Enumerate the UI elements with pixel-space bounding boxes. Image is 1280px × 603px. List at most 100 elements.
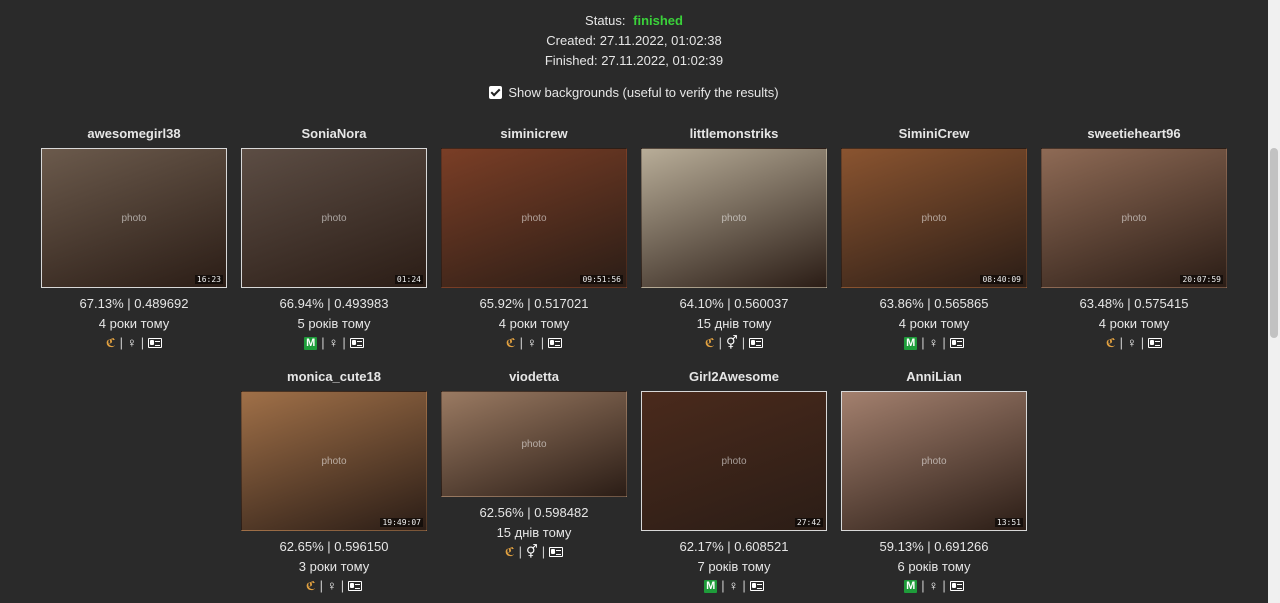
show-backgrounds-checkbox[interactable] — [489, 86, 503, 99]
id-card-icon[interactable] — [749, 581, 764, 591]
couple-icon[interactable]: ⚥ — [526, 543, 538, 561]
camera-icon[interactable]: ℭ — [306, 577, 316, 595]
result-score: 63.86% | 0.565865 — [879, 296, 989, 311]
result-username[interactable]: littlemonstriks — [640, 126, 828, 142]
couple-icon[interactable]: ⚥ — [726, 334, 738, 352]
scrollbar-thumb[interactable] — [1270, 148, 1278, 338]
icon-separator: | — [1140, 335, 1145, 350]
scrollbar[interactable] — [1268, 0, 1280, 603]
photo-timestamp: 27:42 — [794, 518, 823, 527]
result-photo[interactable]: photo — [641, 148, 827, 288]
photo-placeholder: photo — [921, 455, 947, 467]
result-card: littlemonstriks photo 64.10% | 0.560037 15 … — [640, 126, 828, 352]
id-card-icon[interactable] — [749, 338, 764, 348]
photo-timestamp: 13:51 — [994, 518, 1023, 527]
result-score: 66.94% | 0.493983 — [279, 296, 389, 311]
female-icon[interactable]: ♀ — [729, 577, 739, 595]
show-backgrounds-label[interactable]: Show backgrounds (useful to verify the r… — [508, 85, 778, 100]
camera-icon[interactable]: ℭ — [1106, 334, 1116, 352]
photo-placeholder: photo — [321, 455, 347, 467]
id-card-icon[interactable] — [949, 581, 964, 591]
result-score: 65.92% | 0.517021 — [479, 296, 589, 311]
icon-separator: | — [519, 335, 524, 350]
id-card-icon[interactable] — [1148, 338, 1163, 348]
result-username[interactable]: AnniLian — [840, 369, 1028, 385]
status-line: Status: finished — [0, 11, 1268, 31]
result-photo[interactable]: photo 19:49:07 — [241, 391, 427, 531]
result-photo[interactable]: photo 16:23 — [41, 148, 227, 288]
icon-separator: | — [741, 335, 746, 350]
result-icons: ℭ | ♀ | — [440, 334, 628, 352]
id-card-icon[interactable] — [148, 338, 163, 348]
female-icon[interactable]: ♀ — [127, 334, 137, 352]
icon-separator: | — [319, 578, 324, 593]
result-score: 67.13% | 0.489692 — [79, 296, 189, 311]
female-icon[interactable]: ♀ — [527, 334, 537, 352]
photo-timestamp: 19:49:07 — [380, 518, 423, 527]
female-icon[interactable]: ♀ — [1127, 334, 1137, 352]
result-username[interactable]: SiminiCrew — [840, 126, 1028, 142]
result-icons: ℭ | ♀ | — [1040, 334, 1228, 352]
result-username[interactable]: SoniaNora — [240, 126, 428, 142]
result-username[interactable]: sweetieheart96 — [1040, 126, 1228, 142]
result-username[interactable]: Girl2Awesome — [640, 369, 828, 385]
id-card-icon[interactable] — [348, 581, 363, 591]
icon-separator: | — [119, 335, 124, 350]
female-icon[interactable]: ♀ — [929, 334, 939, 352]
show-backgrounds-toggle[interactable]: Show backgrounds (useful to verify the r… — [0, 83, 1268, 103]
result-photo[interactable]: photo — [441, 391, 627, 497]
result-photo[interactable]: photo 01:24 — [241, 148, 427, 288]
m-badge-icon[interactable]: M — [904, 336, 918, 350]
icon-separator: | — [921, 335, 925, 350]
result-photo[interactable]: photo 20:07:59 — [1041, 148, 1227, 288]
result-card: sweetieheart96 photo 20:07:59 63.48% | 0.57… — [1040, 126, 1228, 352]
result-username[interactable]: awesomegirl38 — [40, 126, 228, 142]
result-photo[interactable]: photo 08:40:09 — [841, 148, 1027, 288]
result-age: 4 роки тому — [98, 316, 170, 331]
result-username[interactable]: monica_cute18 — [240, 369, 428, 385]
result-username[interactable]: siminicrew — [440, 126, 628, 142]
icon-separator: | — [321, 335, 325, 350]
female-icon[interactable]: ♀ — [329, 334, 339, 352]
result-card: monica_cute18 photo 19:49:07 62.65% | 0.596… — [240, 369, 428, 595]
icon-separator: | — [140, 335, 145, 350]
photo-placeholder: photo — [521, 438, 547, 450]
result-age: 5 років тому — [297, 316, 371, 331]
icon-separator: | — [718, 335, 723, 350]
female-icon[interactable]: ♀ — [327, 577, 337, 595]
result-age: 4 роки тому — [498, 316, 570, 331]
camera-icon[interactable]: ℭ — [705, 334, 715, 352]
icon-separator: | — [541, 544, 546, 559]
icon-separator: | — [518, 544, 523, 559]
photo-placeholder: photo — [121, 212, 147, 224]
result-photo[interactable]: photo 09:51:56 — [441, 148, 627, 288]
result-score: 63.48% | 0.575415 — [1079, 296, 1189, 311]
result-username[interactable]: viodetta — [440, 369, 628, 385]
result-icons: ℭ | ⚥ | — [640, 334, 828, 352]
camera-icon[interactable]: ℭ — [506, 334, 516, 352]
result-icons: M | ♀ | — [640, 577, 828, 595]
id-card-icon[interactable] — [349, 338, 364, 348]
m-badge-icon[interactable]: M — [904, 579, 918, 593]
id-card-icon[interactable] — [549, 547, 564, 557]
m-badge-icon[interactable]: M — [704, 579, 718, 593]
icon-separator: | — [342, 335, 346, 350]
id-card-icon[interactable] — [548, 338, 563, 348]
result-age: 4 роки тому — [898, 316, 970, 331]
id-card-icon[interactable] — [949, 338, 964, 348]
result-photo[interactable]: photo 13:51 — [841, 391, 1027, 531]
camera-icon[interactable]: ℭ — [505, 543, 515, 561]
result-photo[interactable]: photo 27:42 — [641, 391, 827, 531]
camera-icon[interactable]: ℭ — [106, 334, 116, 352]
photo-placeholder: photo — [1121, 212, 1147, 224]
result-card: SiminiCrew photo 08:40:09 63.86% | 0.565865… — [840, 126, 1028, 352]
photo-placeholder: photo — [521, 212, 547, 224]
photo-placeholder: photo — [721, 455, 747, 467]
created-time: Created: 27.11.2022, 01:02:38 — [546, 33, 722, 48]
female-icon[interactable]: ♀ — [929, 577, 939, 595]
result-card: siminicrew photo 09:51:56 65.92% | 0.517021… — [440, 126, 628, 352]
result-card: AnniLian photo 13:51 59.13% | 0.691266 6 рок… — [840, 369, 1028, 595]
photo-placeholder: photo — [321, 212, 347, 224]
result-card: SoniaNora photo 01:24 66.94% | 0.493983 5 ро… — [240, 126, 428, 352]
m-badge-icon[interactable]: M — [304, 336, 318, 350]
